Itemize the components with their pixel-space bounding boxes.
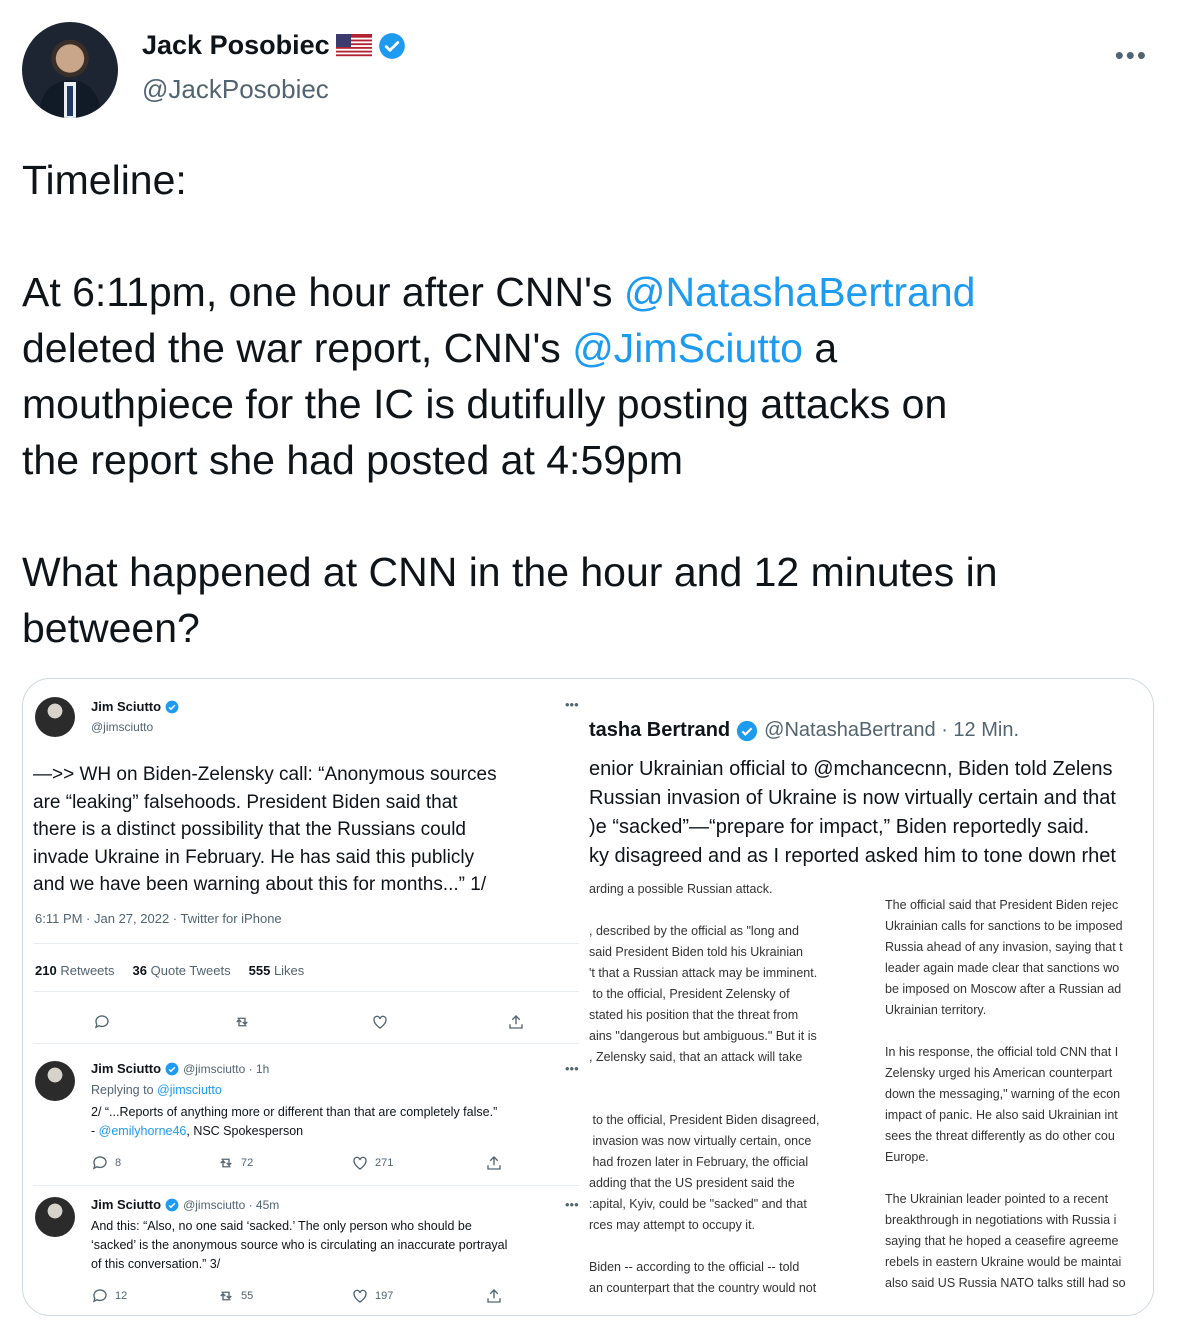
sciutto-handle: @jimsciutto bbox=[91, 720, 154, 734]
divider bbox=[33, 943, 579, 944]
author-name[interactable]: Jack Posobiec bbox=[142, 30, 330, 61]
like-icon bbox=[371, 1013, 389, 1031]
bertrand-tweet-screenshot: tasha Bertrand @NatashaBertrand · 12 Min… bbox=[589, 679, 1153, 1315]
reply2-name-row: Jim Sciutto @jimsciutto · 45m bbox=[91, 1197, 279, 1212]
sciutto-avatar bbox=[35, 1197, 75, 1237]
us-flag-icon bbox=[335, 33, 372, 58]
mention-link[interactable]: @JimSciutto bbox=[572, 325, 803, 371]
verified-badge-icon bbox=[165, 1062, 179, 1075]
more-options-icon: ••• bbox=[565, 697, 579, 712]
verified-badge-icon bbox=[165, 1198, 179, 1211]
sciutto-tweet-meta: 6:11 PM · Jan 27, 2022 · Twitter for iPh… bbox=[35, 911, 282, 926]
likes-stat: 555 Likes bbox=[248, 963, 305, 978]
verified-badge-icon bbox=[378, 32, 405, 59]
like-count: 271 bbox=[351, 1154, 393, 1172]
reply2-name: Jim Sciutto bbox=[91, 1197, 162, 1212]
author-name-row: Jack Posobiec bbox=[142, 30, 406, 61]
bertrand-tweet-body: enior Ukrainian official to @mchancecnn,… bbox=[589, 758, 1116, 867]
bertrand-name: tasha Bertrand bbox=[589, 719, 731, 741]
reply2-text: And this: “Also, no one said ‘sacked.’ T… bbox=[91, 1219, 508, 1271]
reply1-text-line2: - @emilyhorne46, NSC Spokesperson bbox=[91, 1124, 304, 1138]
sciutto-tweet-stats: 210 Retweets 36 Quote Tweets 555 Likes bbox=[35, 963, 304, 978]
reply2-handle-time: @jimsciutto · 45m bbox=[183, 1197, 280, 1212]
author-avatar[interactable] bbox=[22, 22, 118, 118]
bertrand-name-row: tasha Bertrand @NatashaBertrand · 12 Min… bbox=[589, 719, 1019, 742]
tweet-header: Jack Posobiec @JackPosobiec ••• bbox=[22, 20, 1158, 120]
retweets-stat: 210 Retweets bbox=[35, 963, 115, 978]
share-icon bbox=[507, 1013, 525, 1031]
tweet-text-segment: deleted the war report, CNN's bbox=[22, 325, 561, 371]
tweet-media-image[interactable]: Jim Sciutto @jimsciutto ••• —>> WH on Bi… bbox=[22, 678, 1154, 1316]
sciutto-name-row: Jim Sciutto bbox=[91, 699, 179, 714]
tweet-text: Timeline: At 6:11pm, one hour after CNN'… bbox=[22, 152, 1142, 656]
reply1-replying-to: Replying to @jimsciutto bbox=[91, 1083, 222, 1097]
retweet-count: 55 bbox=[217, 1287, 253, 1305]
share-icon bbox=[485, 1287, 503, 1305]
more-options-icon: ••• bbox=[565, 1061, 579, 1076]
reply-icon bbox=[92, 1156, 107, 1170]
sciutto-avatar bbox=[35, 697, 75, 737]
retweet-icon bbox=[220, 1158, 232, 1168]
reply1-name-row: Jim Sciutto @jimsciutto · 1h bbox=[91, 1061, 269, 1076]
reply1-text-line1: 2/ “...Reports of anything more or diffe… bbox=[91, 1105, 498, 1119]
article-column-left: arding a possible Russian attack. , desc… bbox=[589, 882, 820, 1295]
author-handle[interactable]: @JackPosobiec bbox=[142, 74, 329, 105]
divider bbox=[33, 1185, 579, 1186]
tweet-text-segment: Timeline: At 6:11pm, one hour after CNN'… bbox=[22, 157, 613, 315]
retweet-icon bbox=[220, 1291, 232, 1301]
tweet-text-segment: a mouthpiece for the IC is dutifully pos… bbox=[22, 325, 998, 651]
divider bbox=[33, 1043, 579, 1044]
reply-count: 12 bbox=[91, 1287, 127, 1305]
bertrand-handle-time: @NatashaBertrand · 12 Min. bbox=[764, 719, 1020, 741]
mention-link[interactable]: @NatashaBertrand bbox=[624, 269, 976, 315]
share-icon bbox=[485, 1154, 503, 1172]
divider bbox=[33, 991, 579, 992]
verified-badge-icon bbox=[165, 700, 179, 713]
sciutto-tweet-body: —>> WH on Biden-Zelensky call: “Anonymou… bbox=[33, 764, 497, 895]
retweet-count: 72 bbox=[217, 1154, 253, 1172]
reply-icon bbox=[92, 1289, 107, 1303]
reply-icon bbox=[93, 1013, 111, 1031]
more-options-icon: ••• bbox=[565, 1197, 579, 1212]
like-count: 197 bbox=[351, 1287, 393, 1305]
quote-tweets-stat: 36 Quote Tweets bbox=[132, 963, 231, 978]
reply1-handle-time: @jimsciutto · 1h bbox=[183, 1061, 270, 1076]
article-column-right: The official said that President Biden r… bbox=[885, 898, 1126, 1290]
sciutto-avatar bbox=[35, 1061, 75, 1101]
sciutto-thread-screenshot: Jim Sciutto @jimsciutto ••• —>> WH on Bi… bbox=[23, 679, 589, 1315]
retweet-icon bbox=[233, 1013, 251, 1031]
reply1-name: Jim Sciutto bbox=[91, 1061, 162, 1076]
sciutto-name: Jim Sciutto bbox=[91, 699, 162, 714]
reply-count: 8 bbox=[91, 1154, 121, 1172]
like-icon bbox=[353, 1289, 367, 1303]
verified-badge-icon bbox=[737, 720, 758, 741]
more-options-icon[interactable]: ••• bbox=[1115, 40, 1148, 71]
like-icon bbox=[353, 1156, 367, 1170]
